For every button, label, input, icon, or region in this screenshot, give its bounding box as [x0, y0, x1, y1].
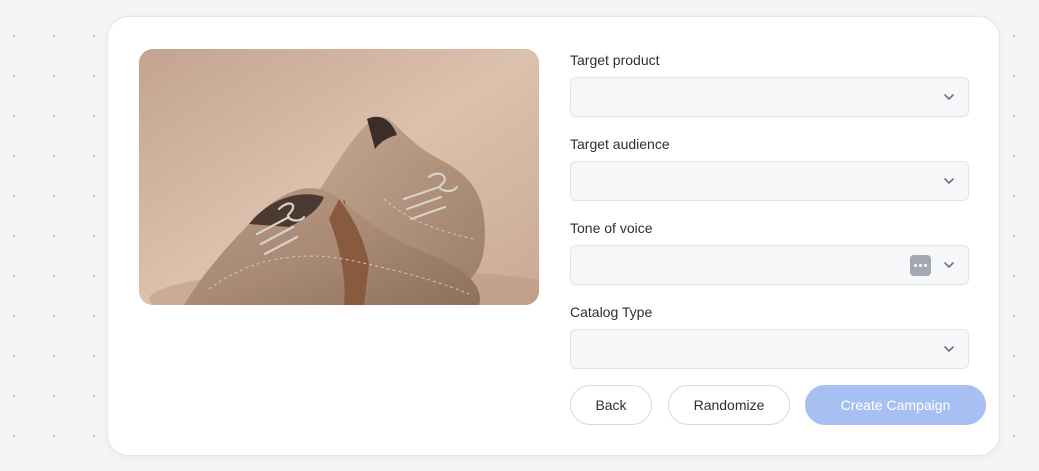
product-image — [139, 49, 539, 305]
tone-of-voice-label: Tone of voice — [570, 220, 653, 236]
chevron-down-icon — [944, 178, 954, 184]
target-product-label: Target product — [570, 52, 660, 68]
chevron-down-icon — [944, 346, 954, 352]
back-button[interactable]: Back — [570, 385, 652, 425]
ellipsis-icon[interactable] — [910, 255, 931, 276]
target-audience-select[interactable] — [570, 161, 969, 201]
catalog-type-select[interactable] — [570, 329, 969, 369]
target-product-select[interactable] — [570, 77, 969, 117]
randomize-button[interactable]: Randomize — [668, 385, 790, 425]
chevron-down-icon — [944, 262, 954, 268]
create-campaign-button[interactable]: Create Campaign — [805, 385, 986, 425]
target-audience-label: Target audience — [570, 136, 670, 152]
catalog-type-label: Catalog Type — [570, 304, 653, 320]
chevron-down-icon — [944, 94, 954, 100]
tone-of-voice-select[interactable] — [570, 245, 969, 285]
campaign-card: Target product Target audience Tone of v… — [107, 16, 1000, 456]
